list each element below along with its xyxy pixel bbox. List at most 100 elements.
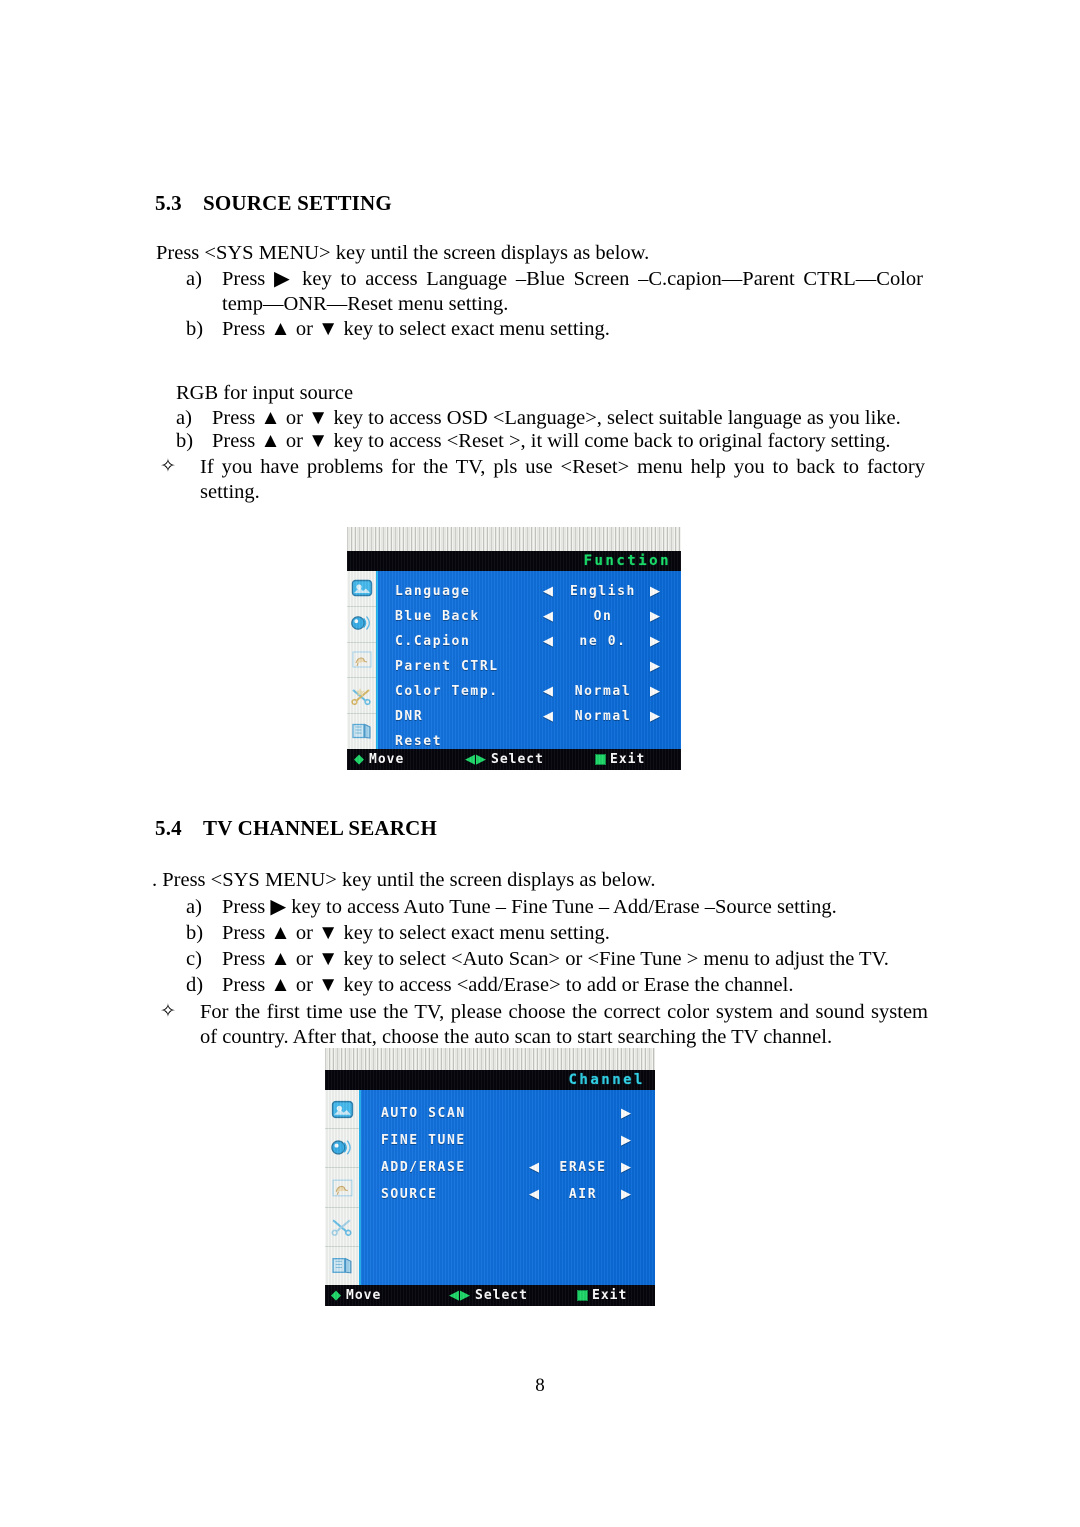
list-marker: a) — [186, 268, 202, 290]
osd-row-label: SOURCE — [381, 1186, 438, 1202]
right-arrow-icon[interactable]: ▶ — [621, 1161, 633, 1174]
right-arrow-icon[interactable]: ▶ — [650, 585, 662, 598]
note-item: ✧ If you have problems for the TV, pls u… — [160, 455, 925, 505]
section-heading-tv-channel-search: 5.4 TV CHANNEL SEARCH — [155, 816, 437, 841]
select-lr-icon: ◀▶ — [449, 1288, 471, 1303]
osd-footer-select[interactable]: ◀▶ Select — [465, 752, 544, 767]
osd-menu-rows: AUTO SCAN ▶ FINE TUNE ▶ ADD/ERASE ◀ ERAS… — [325, 1090, 655, 1285]
osd-row-color-temp[interactable]: Color Temp. ◀ Normal ▶ — [347, 679, 681, 704]
osd-row-label: Language — [395, 584, 471, 599]
osd-footer: ◆ Move ◀▶ Select Exit — [347, 749, 681, 770]
right-arrow-icon[interactable]: ▶ — [650, 660, 662, 673]
page-number: 8 — [535, 1375, 545, 1396]
diamond-bullet-icon: ✧ — [160, 456, 176, 477]
osd-footer-label: Exit — [592, 1288, 628, 1303]
right-arrow-icon[interactable]: ▶ — [650, 635, 662, 648]
osd-row-label: DNR — [395, 709, 424, 724]
osd-footer: ◆ Move ◀▶ Select Exit — [325, 1285, 655, 1306]
left-arrow-icon[interactable]: ◀ — [529, 1161, 541, 1174]
osd-row-auto-scan[interactable]: AUTO SCAN ▶ — [325, 1100, 655, 1126]
source-setting-lead: Press <SYS MENU> key until the screen di… — [156, 242, 650, 264]
note-text: For the first time use the TV, please ch… — [200, 1001, 928, 1048]
osd-footer-exit[interactable]: Exit — [595, 752, 645, 767]
rgb-input-source-subhead: RGB for input source — [176, 382, 354, 404]
note-text: If you have problems for the TV, pls use… — [200, 456, 925, 503]
osd-row-value: On — [593, 609, 613, 624]
exit-menu-icon — [595, 754, 606, 765]
move-dpad-icon: ◆ — [354, 752, 365, 767]
list-text: Press ▲ or ▼ key to access <Reset >, it … — [212, 430, 891, 452]
left-arrow-icon[interactable]: ◀ — [543, 585, 555, 598]
section-number: 5.4 — [155, 816, 182, 840]
osd-menu-body: AUTO SCAN ▶ FINE TUNE ▶ ADD/ERASE ◀ ERAS… — [325, 1090, 655, 1285]
left-arrow-icon[interactable]: ◀ — [529, 1188, 541, 1201]
osd-row-label: C.Capion — [395, 634, 471, 649]
left-arrow-icon[interactable]: ◀ — [543, 685, 555, 698]
list-item: a) Press ▶ key to access Language –Blue … — [186, 267, 923, 317]
list-item: b) Press ▲ or ▼ key to select exact menu… — [186, 317, 923, 342]
osd-row-label: Blue Back — [395, 609, 480, 624]
tv-channel-search-lead: . Press <SYS MENU> key until the screen … — [152, 869, 656, 891]
osd-footer-move[interactable]: ◆ Move — [354, 752, 404, 767]
section-heading-source-setting: 5.3 SOURCE SETTING — [155, 191, 392, 216]
osd-screenshot-channel-menu: Channel AUTO SCAN ▶ FINE TUNE ▶ ADD/ERAS… — [325, 1048, 655, 1306]
list-item: d) Press ▲ or ▼ key to access <add/Erase… — [186, 973, 956, 998]
osd-row-label: Reset — [395, 734, 443, 749]
list-text: Press ▶ key to access Language –Blue Scr… — [222, 268, 923, 315]
list-marker: c) — [186, 948, 202, 970]
osd-row-c-caption[interactable]: C.Capion ◀ ne 0. ▶ — [347, 629, 681, 654]
osd-titlebar: Function — [347, 551, 681, 571]
move-dpad-icon: ◆ — [331, 1288, 342, 1303]
left-arrow-icon[interactable]: ◀ — [543, 635, 555, 648]
osd-row-label: AUTO SCAN — [381, 1105, 466, 1121]
list-marker: b) — [176, 430, 194, 452]
osd-titlebar: Channel — [325, 1070, 655, 1090]
section-number: 5.3 — [155, 191, 182, 215]
right-arrow-icon[interactable]: ▶ — [621, 1134, 633, 1147]
osd-footer-exit[interactable]: Exit — [577, 1288, 627, 1303]
osd-footer-label: Select — [475, 1288, 528, 1303]
list-marker: a) — [176, 407, 192, 429]
right-arrow-icon[interactable]: ▶ — [650, 610, 662, 623]
left-arrow-icon[interactable]: ◀ — [543, 710, 555, 723]
list-text: Press ▲ or ▼ key to select exact menu se… — [222, 318, 610, 340]
right-arrow-icon[interactable]: ▶ — [621, 1107, 633, 1120]
list-item: b) Press ▲ or ▼ key to access <Reset >, … — [176, 429, 931, 454]
osd-footer-label: Move — [346, 1288, 382, 1303]
list-item: b) Press ▲ or ▼ key to select exact menu… — [186, 921, 946, 946]
osd-row-label: ADD/ERASE — [381, 1159, 466, 1175]
osd-row-label: Parent CTRL — [395, 659, 499, 674]
osd-row-value: ne 0. — [579, 634, 627, 649]
osd-menu-rows: Language ◀ English ▶ Blue Back ◀ On ▶ C.… — [347, 571, 681, 749]
right-arrow-icon[interactable]: ▶ — [650, 685, 662, 698]
list-item: a) Press ▶ key to access Auto Tune – Fin… — [186, 895, 946, 920]
osd-row-add-erase[interactable]: ADD/ERASE ◀ ERASE ▶ — [325, 1154, 655, 1180]
osd-row-value: Normal — [574, 684, 632, 699]
osd-footer-select[interactable]: ◀▶ Select — [449, 1288, 528, 1303]
section-title: SOURCE SETTING — [203, 191, 392, 215]
osd-row-blue-back[interactable]: Blue Back ◀ On ▶ — [347, 604, 681, 629]
list-text: Press ▲ or ▼ key to access <add/Erase> t… — [222, 974, 794, 996]
right-arrow-icon[interactable]: ▶ — [650, 710, 662, 723]
osd-row-source[interactable]: SOURCE ◀ AIR ▶ — [325, 1181, 655, 1207]
list-text: Press ▲ or ▼ key to select exact menu se… — [222, 922, 610, 944]
diamond-bullet-icon: ✧ — [160, 1001, 176, 1022]
osd-row-parent-ctrl[interactable]: Parent CTRL ▶ — [347, 654, 681, 679]
osd-footer-label: Move — [369, 752, 405, 767]
section-title: TV CHANNEL SEARCH — [203, 816, 438, 840]
list-marker: a) — [186, 896, 202, 918]
osd-row-fine-tune[interactable]: FINE TUNE ▶ — [325, 1127, 655, 1153]
osd-top-white-strip — [325, 1048, 655, 1071]
osd-footer-label: Select — [491, 752, 544, 767]
osd-row-language[interactable]: Language ◀ English ▶ — [347, 579, 681, 604]
list-marker: b) — [186, 922, 204, 944]
list-text: Press ▲ or ▼ key to access OSD <Language… — [212, 407, 901, 429]
osd-footer-move[interactable]: ◆ Move — [331, 1288, 381, 1303]
list-marker: d) — [186, 974, 204, 996]
left-arrow-icon[interactable]: ◀ — [543, 610, 555, 623]
osd-row-value: AIR — [568, 1186, 598, 1202]
exit-menu-icon — [577, 1290, 588, 1301]
osd-row-dnr[interactable]: DNR ◀ Normal ▶ — [347, 704, 681, 729]
right-arrow-icon[interactable]: ▶ — [621, 1188, 633, 1201]
list-marker: b) — [186, 318, 204, 340]
